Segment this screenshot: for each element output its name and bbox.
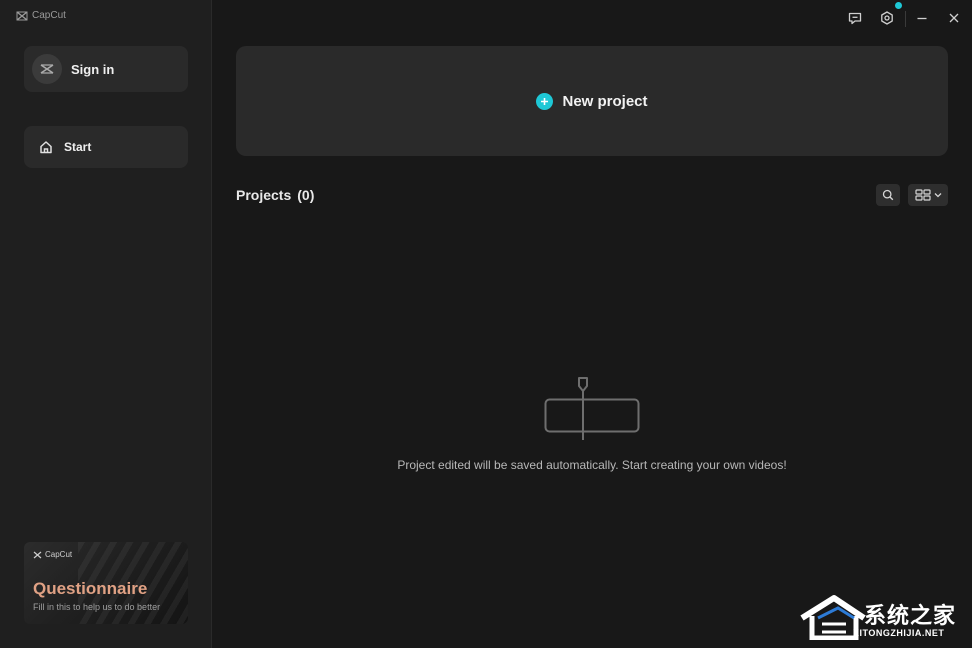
view-mode-dropdown[interactable] [908, 184, 948, 206]
app-brand-text: CapCut [32, 10, 66, 21]
capcut-logo-icon [33, 551, 42, 558]
settings-button[interactable] [878, 9, 896, 27]
minimize-button[interactable] [913, 9, 931, 27]
plus-glyph-icon [541, 97, 549, 105]
projects-heading: Projects (0) [236, 187, 314, 203]
grid-view-icon [914, 189, 931, 201]
feedback-icon [848, 12, 862, 24]
empty-state-message: Project edited will be saved automatical… [397, 458, 787, 472]
site-watermark: 系统之家 XITONGZHIJIA.NET [798, 592, 968, 644]
search-button[interactable] [876, 184, 900, 206]
banner-brand: CapCut [33, 550, 72, 559]
questionnaire-banner[interactable]: CapCut Questionnaire Fill in this to hel… [24, 542, 188, 624]
feedback-button[interactable] [846, 9, 864, 27]
banner-brand-text: CapCut [45, 550, 73, 559]
projects-count: (0) [297, 187, 315, 203]
avatar [32, 54, 62, 84]
sidebar-item-label: Start [64, 140, 92, 154]
new-project-button[interactable]: New project [236, 46, 948, 156]
sign-in-label: Sign in [71, 61, 115, 77]
capcut-logo-icon [16, 10, 28, 21]
sidebar: CapCut Sign in Start CapCut Questionnair… [0, 0, 212, 648]
capcut-logo-icon [40, 64, 54, 74]
banner-title: Questionnaire [33, 579, 148, 598]
topbar-divider [905, 11, 906, 27]
projects-title: Projects [236, 187, 292, 203]
close-icon [949, 13, 959, 23]
search-icon [882, 189, 894, 201]
sign-in-button[interactable]: Sign in [24, 46, 188, 92]
close-button[interactable] [945, 9, 963, 27]
new-project-label: New project [562, 92, 648, 110]
settings-icon [881, 11, 893, 25]
minimize-icon [917, 17, 927, 20]
plus-icon [536, 92, 554, 110]
watermark-url: XITONGZHIJIA.NET [853, 628, 945, 638]
home-icon [40, 141, 52, 154]
app-brand: CapCut [16, 10, 66, 21]
watermark-text: 系统之家 [864, 604, 957, 629]
banner-subtitle: Fill in this to help us to do better [33, 602, 161, 612]
empty-timeline-icon [544, 377, 640, 440]
chevron-down-icon [934, 193, 941, 198]
sidebar-item-start[interactable]: Start [24, 126, 188, 168]
settings-notification-badge [895, 2, 902, 9]
